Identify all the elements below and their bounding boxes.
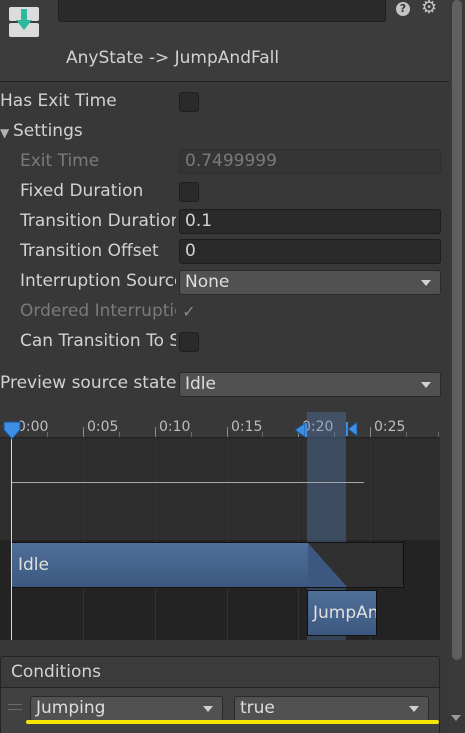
timeline-ruler[interactable]: 0:00 0:05 0:10 0:15 0:20 0:25 [0, 412, 440, 438]
transition-duration-label: Transition Duration [20, 211, 176, 231]
chevron-down-icon [421, 382, 431, 388]
gear-icon[interactable]: ⚙ [421, 0, 437, 18]
ruler-minor-tick [406, 432, 407, 437]
ruler-tick [227, 427, 228, 437]
destination-clip-label: JumpAndFall [313, 603, 376, 623]
fixed-duration-label: Fixed Duration [20, 181, 144, 201]
settings-foldout-arrow-icon[interactable]: ▼ [0, 126, 9, 140]
interruption-source-dropdown[interactable]: None [179, 270, 441, 295]
transition-icon [8, 6, 40, 38]
chevron-down-icon [409, 706, 419, 712]
condition-value: true [240, 698, 275, 718]
transition-title: AnyState -> JumpAndFall [66, 48, 280, 68]
conditions-label: Conditions [11, 662, 101, 682]
gridline [298, 438, 299, 640]
source-clip-bar[interactable]: Idle [11, 542, 404, 588]
source-clip-label: Idle [18, 555, 49, 575]
transition-blend-wedge [308, 543, 347, 587]
ruler-tick [155, 427, 156, 437]
ruler-tick [83, 427, 84, 437]
condition-parameter-dropdown[interactable]: Jumping [30, 696, 223, 721]
help-icon[interactable]: ? [396, 2, 410, 16]
tick-label: 0:00 [17, 419, 49, 435]
transition-timeline[interactable]: 0:00 0:05 0:10 0:15 0:20 0:25 Idle JumpA… [0, 412, 440, 640]
ruler-tick [370, 427, 371, 437]
tick-label: 0:10 [159, 419, 191, 435]
source-clip-fill [12, 543, 308, 587]
highlight-underline [26, 720, 439, 724]
transition-offset-label: Transition Offset [20, 241, 159, 261]
playhead-marker-icon[interactable] [3, 421, 21, 441]
settings-foldout-label[interactable]: Settings [13, 121, 133, 145]
drag-handle-icon[interactable] [8, 704, 22, 710]
transition-duration-field[interactable]: 0.1 [179, 209, 441, 234]
scrollbar-thumb[interactable] [452, 0, 462, 660]
destination-clip-bar[interactable]: JumpAndFall [307, 590, 377, 636]
tick-label: 0:15 [231, 419, 263, 435]
ordered-interruption-label: Ordered Interruption [20, 301, 176, 321]
can-transition-to-self-checkbox[interactable] [179, 332, 199, 352]
transition-offset-field[interactable]: 0 [179, 239, 441, 264]
ruler-minor-tick [438, 432, 439, 437]
has-exit-time-checkbox[interactable] [179, 92, 199, 112]
chevron-down-icon [203, 706, 213, 712]
playhead-line [11, 426, 12, 640]
preview-source-state-dropdown[interactable]: Idle [179, 372, 441, 397]
exit-time-label: Exit Time [20, 151, 100, 171]
conditions-header: Conditions [0, 656, 440, 688]
tick-label: 0:25 [374, 419, 406, 435]
transition-start-marker-icon[interactable] [293, 422, 309, 438]
transition-weight-curve [11, 482, 364, 483]
interruption-source-value: None [185, 272, 230, 292]
preview-source-state-label: Preview source state [0, 373, 177, 393]
exit-time-field: 0.7499999 [179, 149, 441, 174]
transition-name-field[interactable] [58, 0, 386, 22]
has-exit-time-label: Has Exit Time [0, 91, 117, 111]
gridline [227, 438, 228, 640]
ruler-minor-tick [119, 432, 120, 437]
preview-source-state-value: Idle [185, 374, 216, 394]
transition-end-marker-icon[interactable] [345, 421, 359, 437]
can-transition-to-self-label: Can Transition To Self [20, 331, 176, 351]
condition-parameter-value: Jumping [36, 698, 106, 718]
chevron-down-icon [421, 280, 431, 286]
tick-label: 0:05 [87, 419, 119, 435]
ordered-interruption-checkmark-icon: ✓ [182, 302, 196, 321]
transition-curve-area [0, 439, 440, 549]
condition-value-dropdown[interactable]: true [234, 696, 429, 721]
scroll-down-arrow-icon[interactable] [451, 715, 461, 721]
interruption-source-label: Interruption Source [20, 271, 176, 291]
fixed-duration-checkbox[interactable] [179, 182, 199, 202]
gridline [83, 438, 84, 640]
gridline [155, 438, 156, 640]
ruler-minor-tick [191, 432, 192, 437]
